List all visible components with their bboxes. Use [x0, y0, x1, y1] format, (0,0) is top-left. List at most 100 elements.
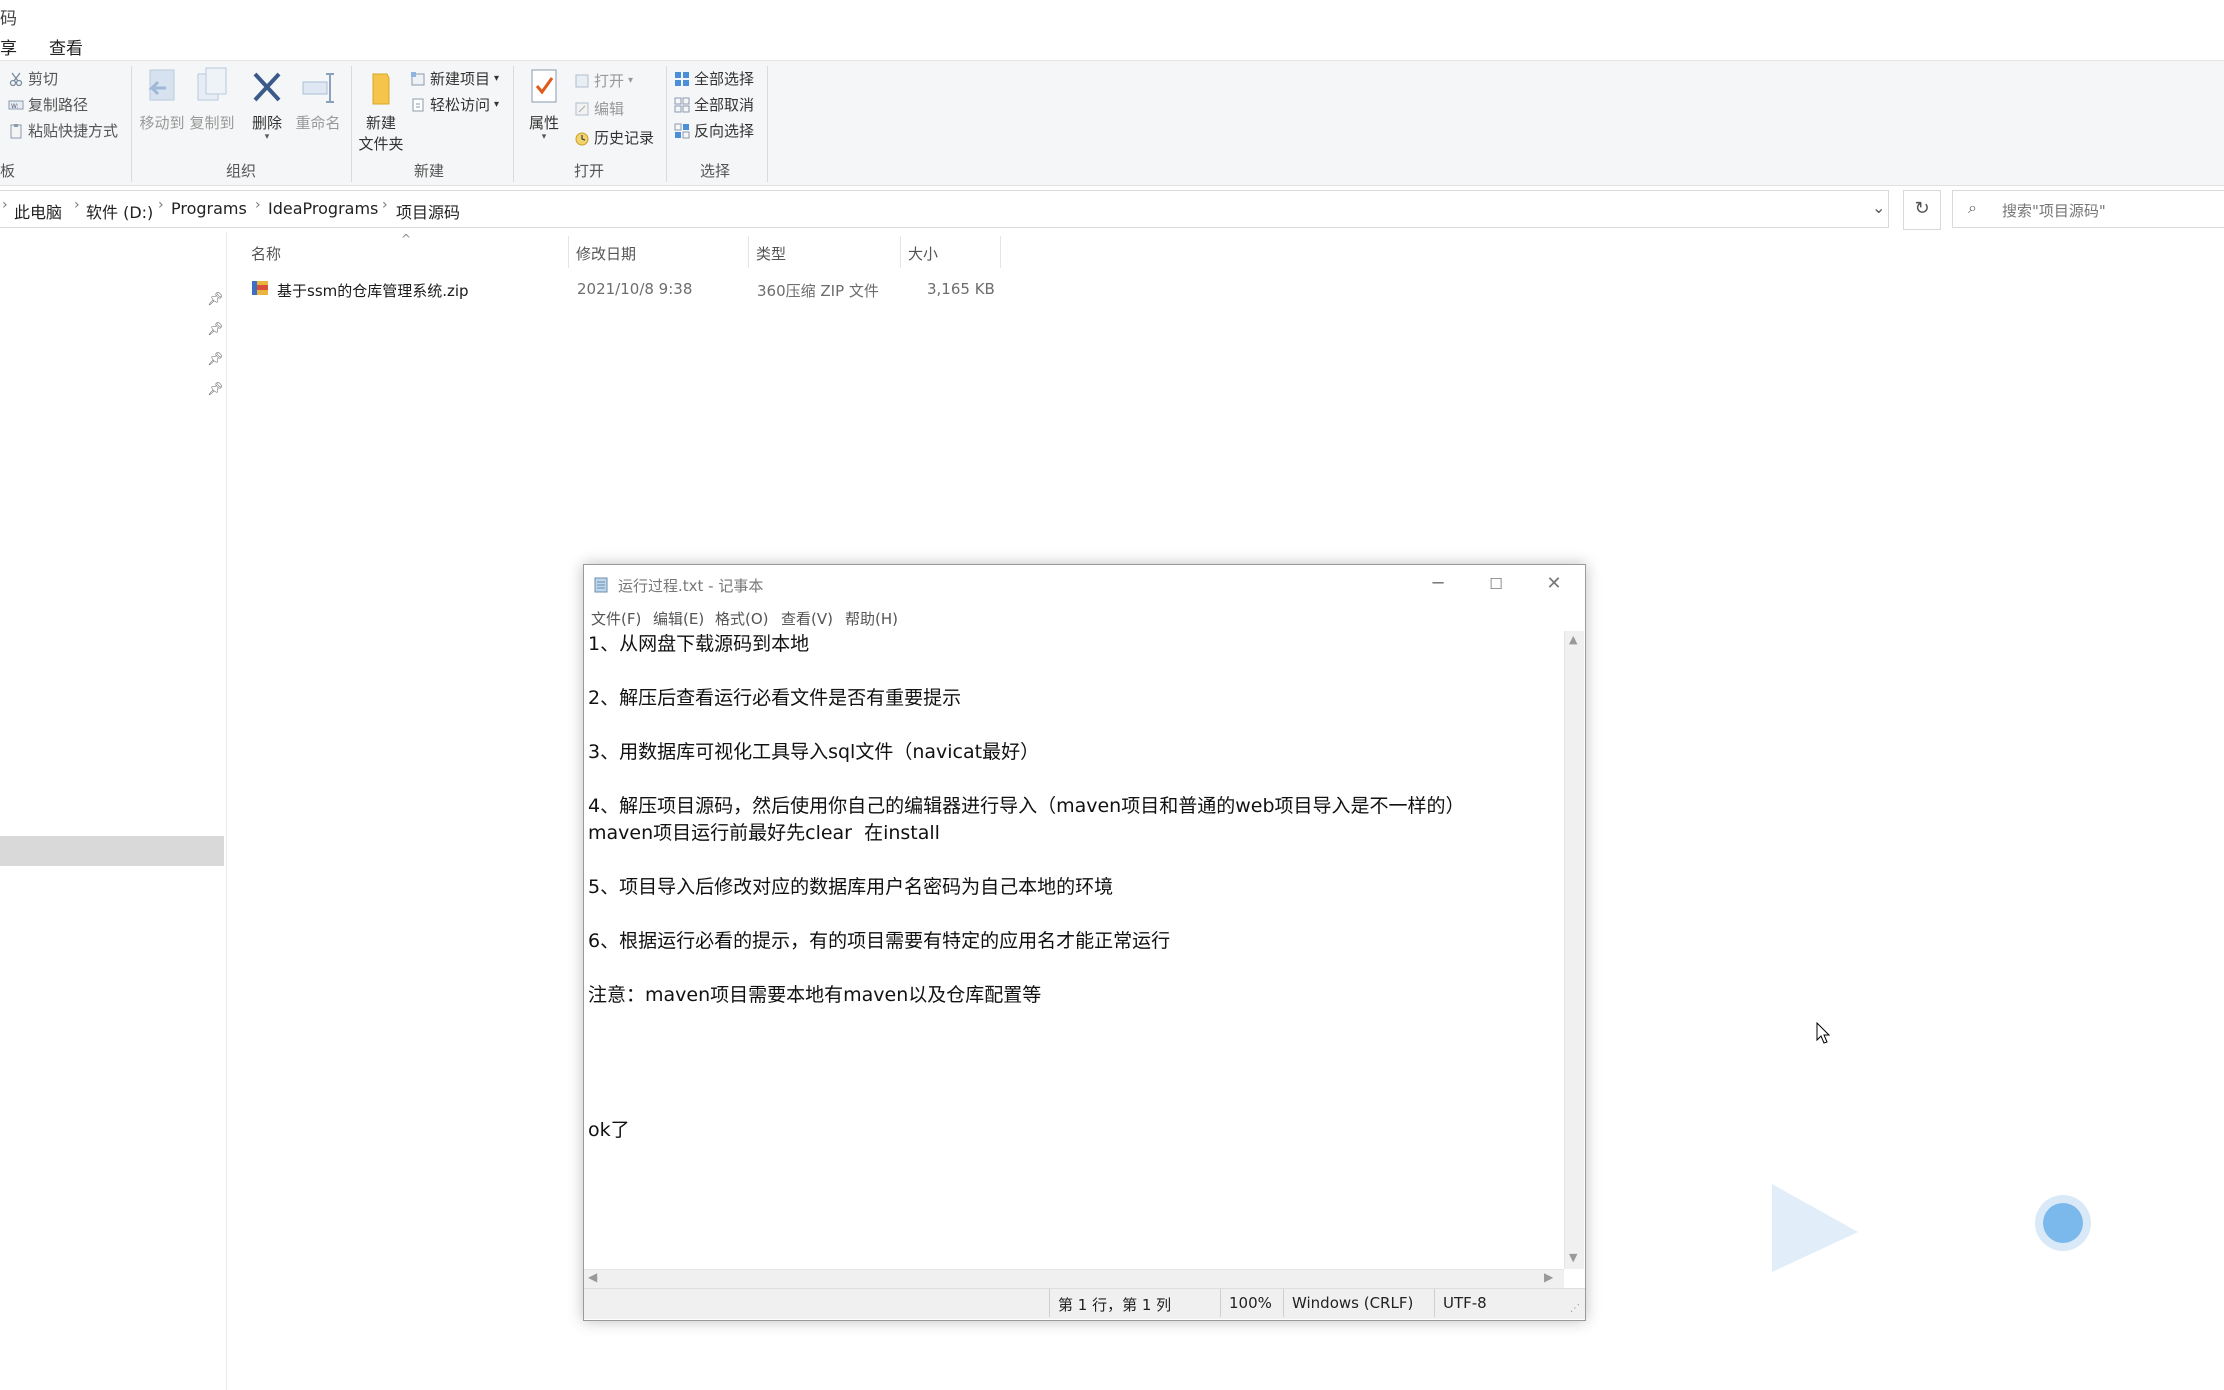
window-title-fragment: 码: [0, 9, 17, 29]
column-header-size[interactable]: 大小: [908, 243, 938, 264]
refresh-button[interactable]: ↻: [1903, 190, 1941, 230]
breadcrumb-project-source[interactable]: 项目源码: [396, 199, 460, 223]
file-row-size: 3,165 KB: [927, 280, 995, 298]
easy-access-button[interactable]: 轻松访问 ▾: [410, 94, 499, 115]
scroll-left-arrow-icon[interactable]: ◀: [588, 1270, 597, 1284]
svg-text:W:: W:: [11, 103, 19, 110]
search-placeholder: 搜索"项目源码": [2002, 202, 2106, 220]
new-folder-button[interactable]: 新建 文件夹: [354, 66, 408, 154]
status-zoom: 100%: [1229, 1294, 1272, 1312]
invert-selection-button[interactable]: 反向选择: [674, 120, 754, 141]
menu-view[interactable]: 查看(V): [781, 608, 833, 629]
properties-button[interactable]: 属性 ▾: [520, 66, 568, 142]
horizontal-scrollbar[interactable]: ◀ ▶: [584, 1269, 1564, 1288]
rename-button[interactable]: 重命名: [292, 66, 344, 133]
select-none-button[interactable]: 全部取消: [674, 94, 754, 115]
edit-button[interactable]: 编辑: [574, 98, 624, 119]
minimize-button[interactable]: ─: [1410, 569, 1466, 599]
maximize-icon: ☐: [1489, 575, 1503, 593]
status-line-ending: Windows (CRLF): [1292, 1294, 1414, 1312]
new-group-label: 新建: [414, 162, 445, 180]
easy-access-label: 轻松访问: [430, 96, 491, 114]
clipboard-group-label-fragment: 板: [0, 162, 16, 180]
breadcrumb-chevron-icon: ›: [2, 197, 8, 213]
dropdown-arrow-icon: ▾: [264, 132, 270, 142]
breadcrumb-drive-d[interactable]: 软件 (D:): [86, 199, 153, 223]
address-history-dropdown-icon[interactable]: ⌄: [1872, 198, 1885, 217]
close-icon: ✕: [1546, 573, 1562, 594]
scissors-icon: [9, 72, 23, 86]
paste-shortcut-button[interactable]: 粘贴快捷方式: [8, 120, 118, 141]
delete-label: 删除: [251, 114, 282, 132]
nav-selected-item[interactable]: [0, 836, 224, 866]
rename-label: 重命名: [295, 114, 341, 132]
timer-overlay-icon: [2035, 1195, 2091, 1251]
copy-path-icon: W:: [8, 100, 24, 110]
breadcrumb-chevron-icon: ›: [382, 197, 388, 213]
refresh-icon: ↻: [1914, 198, 1930, 219]
menu-edit[interactable]: 编辑(E): [653, 608, 704, 629]
notepad-title: 运行过程.txt - 记事本: [618, 577, 764, 595]
resize-grip-icon[interactable]: ⋰: [1570, 1303, 1580, 1314]
breadcrumb-programs[interactable]: Programs: [171, 199, 247, 218]
column-header-name[interactable]: 名称: [251, 243, 281, 264]
copy-path-button[interactable]: W: 复制路径: [8, 94, 88, 115]
menu-file[interactable]: 文件(F): [591, 608, 641, 629]
text-line: 6、根据运行必看的提示，有的项目需要有特定的应用名才能正常运行: [588, 930, 1171, 952]
navigation-pane: [0, 232, 227, 1390]
edit-label: 编辑: [594, 100, 625, 118]
column-header-modified[interactable]: 修改日期: [576, 243, 636, 264]
select-none-icon: [674, 97, 690, 112]
copy-to-button[interactable]: 复制到: [186, 66, 238, 133]
close-button[interactable]: ✕: [1526, 569, 1582, 599]
select-none-label: 全部取消: [694, 96, 755, 114]
column-divider[interactable]: [568, 236, 569, 268]
history-button[interactable]: 历史记录: [574, 127, 654, 148]
notepad-text-area[interactable]: 1、从网盘下载源码到本地 2、解压后查看运行必看文件是否有重要提示 3、用数据库…: [584, 631, 1564, 1237]
notepad-window[interactable]: 运行过程.txt - 记事本 ─ ☐ ✕ 文件(F) 编辑(E) 格式(O) 查…: [583, 564, 1586, 1321]
status-divider: [1283, 1289, 1284, 1317]
menu-format[interactable]: 格式(O): [715, 608, 769, 629]
notepad-titlebar[interactable]: 运行过程.txt - 记事本 ─ ☐ ✕: [584, 565, 1585, 603]
scroll-down-arrow-icon[interactable]: ▼: [1569, 1251, 1577, 1264]
vertical-scrollbar[interactable]: ▲ ▼: [1564, 631, 1584, 1269]
edit-icon: [575, 102, 589, 115]
new-folder-label-2: 文件夹: [358, 135, 404, 153]
open-button[interactable]: 打开 ▾: [574, 70, 633, 91]
tab-view[interactable]: 查看: [49, 34, 83, 59]
column-header-type[interactable]: 类型: [756, 243, 786, 264]
invert-selection-icon: [674, 123, 690, 138]
move-to-button[interactable]: 移动到: [136, 66, 188, 133]
new-item-label: 新建项目: [430, 70, 491, 88]
column-divider[interactable]: [1000, 236, 1001, 268]
minimize-icon: ─: [1432, 573, 1444, 594]
dropdown-arrow-icon: ▾: [494, 99, 500, 110]
file-row-name[interactable]: 基于ssm的仓库管理系统.zip: [277, 280, 469, 301]
delete-x-icon: [253, 72, 281, 102]
select-all-icon: [675, 71, 689, 86]
delete-button[interactable]: 删除 ▾: [242, 66, 292, 142]
move-to-icon: [148, 69, 175, 101]
text-line: 3、用数据库可视化工具导入sql文件（navicat最好）: [588, 741, 1040, 763]
new-item-button[interactable]: 新建项目 ▾: [410, 68, 499, 89]
invert-selection-label: 反向选择: [694, 122, 755, 140]
text-line: 1、从网盘下载源码到本地: [588, 633, 810, 655]
menu-help[interactable]: 帮助(H): [845, 608, 898, 629]
breadcrumb-ideaprograms[interactable]: IdeaPrograms: [268, 199, 378, 218]
breadcrumb-this-pc[interactable]: 此电脑: [14, 199, 62, 223]
pin-icon: 📌︎: [207, 292, 224, 307]
scroll-right-arrow-icon[interactable]: ▶: [1544, 1270, 1553, 1284]
rename-icon: [302, 73, 334, 103]
select-all-button[interactable]: 全部选择: [674, 68, 754, 89]
paste-shortcut-label: 粘贴快捷方式: [28, 122, 119, 140]
column-divider[interactable]: [900, 236, 901, 268]
dropdown-arrow-icon: ▾: [628, 75, 634, 86]
ribbon-divider: [351, 66, 352, 182]
tab-share[interactable]: 享: [0, 34, 17, 59]
status-divider: [1220, 1289, 1221, 1317]
scroll-up-arrow-icon[interactable]: ▲: [1569, 633, 1577, 646]
sort-ascending-icon: ^: [401, 232, 412, 246]
maximize-button[interactable]: ☐: [1468, 569, 1524, 599]
column-divider[interactable]: [748, 236, 749, 268]
cut-button[interactable]: 剪切: [8, 68, 58, 89]
